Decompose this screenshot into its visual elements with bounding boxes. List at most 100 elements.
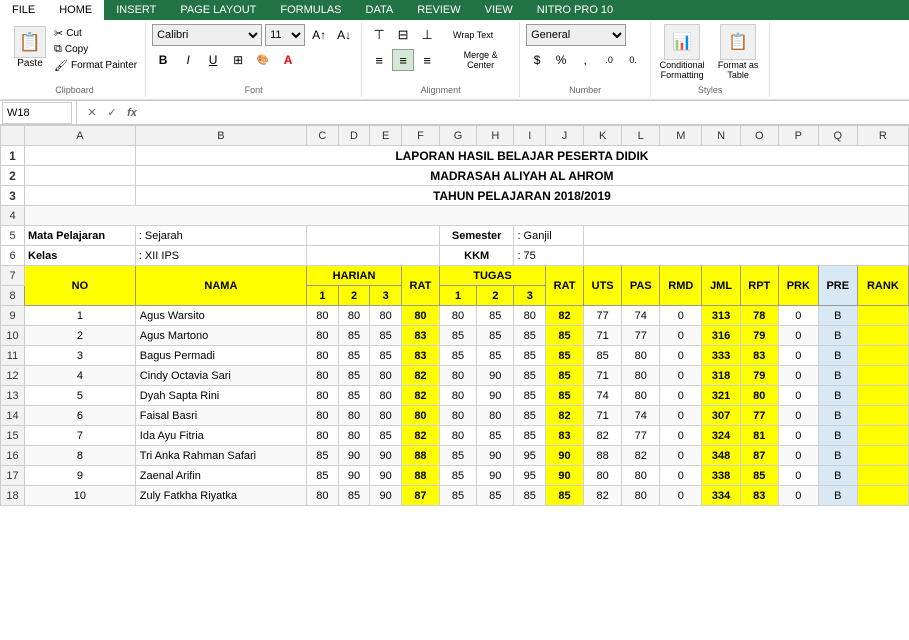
t2-cell[interactable]: 85 xyxy=(477,326,514,346)
no-cell[interactable]: 8 xyxy=(25,446,136,466)
pas-cell[interactable]: 82 xyxy=(622,446,660,466)
h3-cell[interactable]: 80 xyxy=(370,386,402,406)
confirm-formula-button[interactable]: ✓ xyxy=(103,104,121,122)
comma-button[interactable]: , xyxy=(574,49,596,71)
jml-cell[interactable]: 333 xyxy=(702,346,740,366)
borders-button[interactable]: ⊞ xyxy=(227,49,249,71)
t1-cell[interactable]: 80 xyxy=(439,386,476,406)
font-color-button[interactable]: A xyxy=(277,49,299,71)
rank-cell[interactable] xyxy=(857,366,908,386)
no-cell[interactable]: 1 xyxy=(25,306,136,326)
col-header-q[interactable]: Q xyxy=(818,126,857,146)
no-cell[interactable]: 3 xyxy=(25,346,136,366)
t2-cell[interactable]: 85 xyxy=(477,346,514,366)
pre-cell[interactable]: B xyxy=(818,386,857,406)
tab-data[interactable]: DATA xyxy=(354,0,406,20)
rank-cell[interactable] xyxy=(857,346,908,366)
prk-cell[interactable]: 0 xyxy=(778,486,818,506)
insert-function-button[interactable]: fx xyxy=(123,104,141,122)
col-header-g[interactable]: G xyxy=(439,126,476,146)
h2-cell[interactable]: 80 xyxy=(338,406,370,426)
h1-cell[interactable]: 80 xyxy=(307,426,339,446)
h3-cell[interactable]: 85 xyxy=(370,426,402,446)
rmd-cell[interactable]: 0 xyxy=(660,466,702,486)
rpt-cell[interactable]: 85 xyxy=(740,466,778,486)
jml-cell[interactable]: 321 xyxy=(702,386,740,406)
no-cell[interactable]: 6 xyxy=(25,406,136,426)
h2-cell[interactable]: 85 xyxy=(338,386,370,406)
rpt-cell[interactable]: 80 xyxy=(740,386,778,406)
jml-cell[interactable]: 348 xyxy=(702,446,740,466)
align-right-button[interactable]: ≡ xyxy=(416,49,438,71)
no-cell[interactable]: 9 xyxy=(25,466,136,486)
t2-cell[interactable]: 85 xyxy=(477,306,514,326)
rpt-cell[interactable]: 78 xyxy=(740,306,778,326)
pre-cell[interactable]: B xyxy=(818,366,857,386)
uts-cell[interactable]: 71 xyxy=(584,406,622,426)
jml-cell[interactable]: 338 xyxy=(702,466,740,486)
empty-6c[interactable] xyxy=(307,246,440,266)
pas-cell[interactable]: 80 xyxy=(622,346,660,366)
paste-button[interactable]: 📋 Paste xyxy=(10,24,50,71)
t3-cell[interactable]: 80 xyxy=(514,306,546,326)
rat2-cell[interactable]: 85 xyxy=(546,486,584,506)
h2-cell[interactable]: 85 xyxy=(338,486,370,506)
name-cell[interactable]: Agus Martono xyxy=(135,326,306,346)
italic-button[interactable]: I xyxy=(177,49,199,71)
h2-cell[interactable]: 85 xyxy=(338,326,370,346)
rat2-cell[interactable]: 85 xyxy=(546,346,584,366)
uts-cell[interactable]: 82 xyxy=(584,486,622,506)
pre-cell[interactable]: B xyxy=(818,306,857,326)
tab-insert[interactable]: INSERT xyxy=(104,0,168,20)
percent-button[interactable]: % xyxy=(550,49,572,71)
h1-cell[interactable]: 80 xyxy=(307,386,339,406)
t1-cell[interactable]: 80 xyxy=(439,306,476,326)
h2-cell[interactable]: 85 xyxy=(338,366,370,386)
t3-cell[interactable]: 85 xyxy=(514,386,546,406)
cell-a3[interactable] xyxy=(25,186,136,206)
h1-cell[interactable]: 80 xyxy=(307,326,339,346)
name-cell[interactable]: Bagus Permadi xyxy=(135,346,306,366)
rmd-cell[interactable]: 0 xyxy=(660,406,702,426)
h1-cell[interactable]: 80 xyxy=(307,486,339,506)
h2-cell[interactable]: 80 xyxy=(338,306,370,326)
rpt-cell[interactable]: 79 xyxy=(740,326,778,346)
h3-cell[interactable]: 80 xyxy=(370,366,402,386)
currency-button[interactable]: $ xyxy=(526,49,548,71)
rmd-cell[interactable]: 0 xyxy=(660,346,702,366)
prk-cell[interactable]: 0 xyxy=(778,366,818,386)
h3-cell[interactable]: 80 xyxy=(370,306,402,326)
jml-cell[interactable]: 307 xyxy=(702,406,740,426)
rat2-cell[interactable]: 82 xyxy=(546,306,584,326)
rank-cell[interactable] xyxy=(857,406,908,426)
no-cell[interactable]: 7 xyxy=(25,426,136,446)
pre-cell[interactable]: B xyxy=(818,346,857,366)
align-center-button[interactable]: ≡ xyxy=(392,49,414,71)
tab-home[interactable]: HOME xyxy=(47,0,104,20)
rmd-cell[interactable]: 0 xyxy=(660,306,702,326)
pre-cell[interactable]: B xyxy=(818,466,857,486)
t3-cell[interactable]: 85 xyxy=(514,366,546,386)
tab-file[interactable]: FILE xyxy=(0,0,47,20)
t3-cell[interactable]: 85 xyxy=(514,346,546,366)
rpt-cell[interactable]: 79 xyxy=(740,366,778,386)
h2-cell[interactable]: 90 xyxy=(338,466,370,486)
col-header-b[interactable]: B xyxy=(135,126,306,146)
col-header-i[interactable]: I xyxy=(514,126,546,146)
rat2-cell[interactable]: 82 xyxy=(546,406,584,426)
rpt-cell[interactable]: 87 xyxy=(740,446,778,466)
jml-cell[interactable]: 324 xyxy=(702,426,740,446)
tab-review[interactable]: REVIEW xyxy=(405,0,472,20)
name-cell[interactable]: Ida Ayu Fitria xyxy=(135,426,306,446)
rat1-cell[interactable]: 82 xyxy=(401,426,439,446)
rmd-cell[interactable]: 0 xyxy=(660,486,702,506)
uts-cell[interactable]: 88 xyxy=(584,446,622,466)
rat1-cell[interactable]: 88 xyxy=(401,466,439,486)
t3-cell[interactable]: 85 xyxy=(514,406,546,426)
t2-cell[interactable]: 90 xyxy=(477,386,514,406)
t1-cell[interactable]: 80 xyxy=(439,366,476,386)
pas-cell[interactable]: 74 xyxy=(622,406,660,426)
cancel-formula-button[interactable]: ✕ xyxy=(83,104,101,122)
col-header-d[interactable]: D xyxy=(338,126,370,146)
increase-font-button[interactable]: A↑ xyxy=(308,24,330,46)
